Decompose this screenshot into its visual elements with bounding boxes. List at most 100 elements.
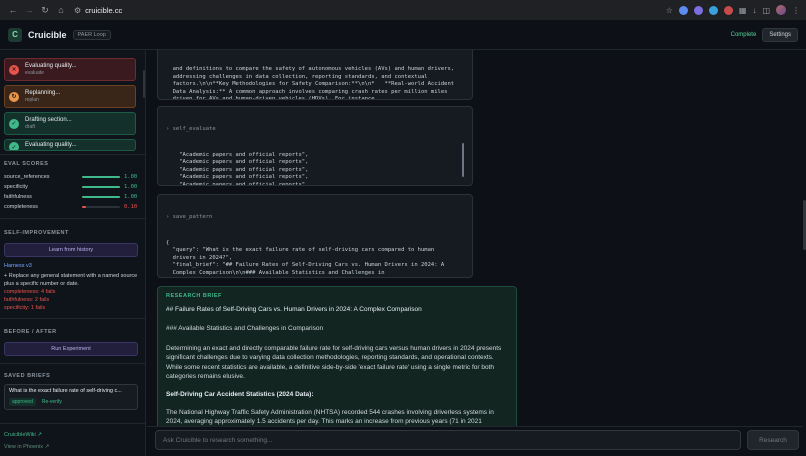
score-row: completeness 0.10 [4,203,140,211]
step-sub: draft [25,124,36,130]
divider [0,318,145,319]
status-badge: approved [9,398,36,406]
query-bar: Research [147,426,803,456]
score-fill [82,186,120,188]
browser-toolbar: ← → ↻ ⌂ ⚙ cruicible.cc ☆ ▦ ↓ ◫ ⋮ [0,0,806,20]
check-icon: ✓ [9,142,19,150]
step-title: Drafting section... [25,117,72,123]
saved-briefs-heading: SAVED BRIEFS [4,373,51,379]
self-evaluate-output: "Academic papers and official reports", … [179,151,309,186]
brief-subheading: ### Available Statistics and Challenges … [166,325,324,332]
score-name: source_references [4,174,50,180]
divider [0,154,145,155]
tool-output-card: and definitions to compare the safety of… [157,50,473,100]
extension-icon[interactable] [708,5,718,15]
saved-brief-question: What is the exact failure rate of self-d… [9,388,122,394]
reverify-button[interactable]: Re-verify [40,398,64,406]
forward-arrow-icon[interactable]: → [22,3,36,17]
save-pattern-header[interactable]: › save_pattern [166,214,464,222]
app-logo: C [8,27,22,42]
steps-scrollbar[interactable] [143,70,145,98]
phoenix-link[interactable]: View in Phoenix ↗ [4,444,49,450]
back-arrow-icon[interactable]: ← [6,3,20,17]
eval-scores-heading: EVAL SCORES [4,161,49,167]
divider [0,423,145,424]
score-bar [82,176,120,178]
home-icon[interactable]: ⌂ [54,3,68,17]
step-sub: replan [25,97,39,103]
app-header: C Cruicible PAER Loop Complete Settings [0,20,806,50]
score-bar [82,206,120,208]
score-bar [82,186,120,188]
puzzle-icon[interactable]: ▦ [739,6,747,15]
extension-icon[interactable] [693,5,703,15]
step-evaluate[interactable]: ✕ Evaluating quality... evaluate [4,58,136,81]
step-replan[interactable]: ↻ Replanning... replan [4,85,136,108]
score-fill [82,206,86,208]
saved-brief-card[interactable]: What is the exact failure rate of self-d… [4,384,138,410]
brief-paragraph: Determining an exact and directly compar… [166,344,502,381]
status-indicator: Complete [730,31,757,38]
score-fill [82,196,120,198]
score-value: 1.00 [124,184,138,190]
fail-count: completeness: 4 fails [4,289,56,295]
tool-output-text: and definitions to compare the safety of… [172,66,455,100]
extension-icon[interactable] [723,5,733,15]
harness-version: Harness v3 [4,263,32,269]
bookmark-star-icon[interactable]: ☆ [666,6,673,15]
run-experiment-button[interactable]: Run Experiment [4,342,138,356]
self-evaluate-card[interactable]: › self_evaluate "Academic papers and off… [157,106,473,186]
step-evaluate-2[interactable]: ✓ Evaluating quality... [4,139,136,151]
brief-title: ## Failure Rates of Self-Driving Cars vs… [166,306,422,313]
download-icon[interactable]: ↓ [752,6,756,15]
reload-icon[interactable]: ↻ [38,3,52,17]
save-pattern-output: { "query": "What is the exact failure ra… [166,239,445,276]
x-icon: ✕ [9,64,19,75]
url-text: cruicible.cc [85,5,123,15]
brief-section-heading: Self-Driving Car Accident Statistics (20… [166,390,314,398]
check-icon: ✓ [9,118,19,129]
sidebar: ✕ Evaluating quality... evaluate ↻ Repla… [0,50,146,456]
score-value: 0.10 [124,204,138,210]
score-value: 1.00 [124,194,138,200]
score-name: faithfulness [4,194,32,200]
wiki-link[interactable]: CruicibleWiki ↗ [4,432,42,438]
sidepanel-icon[interactable]: ◫ [762,6,770,15]
step-title: Evaluating quality... [25,142,77,148]
brief-paragraph: The National Highway Traffic Safety Admi… [166,408,494,426]
divider [0,218,145,219]
step-draft[interactable]: ✓ Drafting section... draft [4,112,136,135]
score-fill [82,176,120,178]
step-sub: evaluate [25,70,44,76]
step-title: Evaluating quality... [25,63,77,69]
fail-count: specificity: 1 fails [4,305,46,311]
address-bar[interactable]: ⚙ cruicible.cc [74,6,122,15]
mode-badge: PAER Loop [72,29,111,40]
score-name: specificity [4,184,28,190]
card-scrollbar[interactable] [462,143,464,177]
score-row: faithfulness 1.00 [4,193,140,201]
save-pattern-card[interactable]: › save_pattern { "query": "What is the e… [157,194,473,278]
research-button[interactable]: Research [747,430,799,450]
score-name: completeness [4,204,38,210]
research-brief-label: RESEARCH BRIEF [166,293,222,299]
menu-kebab-icon[interactable]: ⋮ [792,6,800,15]
profile-avatar[interactable] [776,5,786,15]
fail-count: faithfulness: 2 fails [4,297,50,303]
main-content: and definitions to compare the safety of… [147,50,803,456]
score-row: source_references 1.00 [4,173,140,181]
refresh-icon: ↻ [9,91,19,102]
score-value: 1.00 [124,174,138,180]
site-info-icon[interactable]: ⚙ [74,6,81,15]
divider [0,363,145,364]
settings-button[interactable]: Settings [762,27,798,42]
harness-rule: + Replace any general statement with a n… [4,273,138,287]
learn-from-history-button[interactable]: Learn from history [4,243,138,257]
app-title: Cruicible [28,29,67,40]
self-evaluate-header[interactable]: › self_evaluate [166,126,464,134]
research-query-input[interactable] [155,430,741,450]
extension-icon[interactable] [678,5,688,15]
score-row: specificity 1.00 [4,183,140,191]
score-bar [82,196,120,198]
step-title: Replanning... [25,90,61,96]
